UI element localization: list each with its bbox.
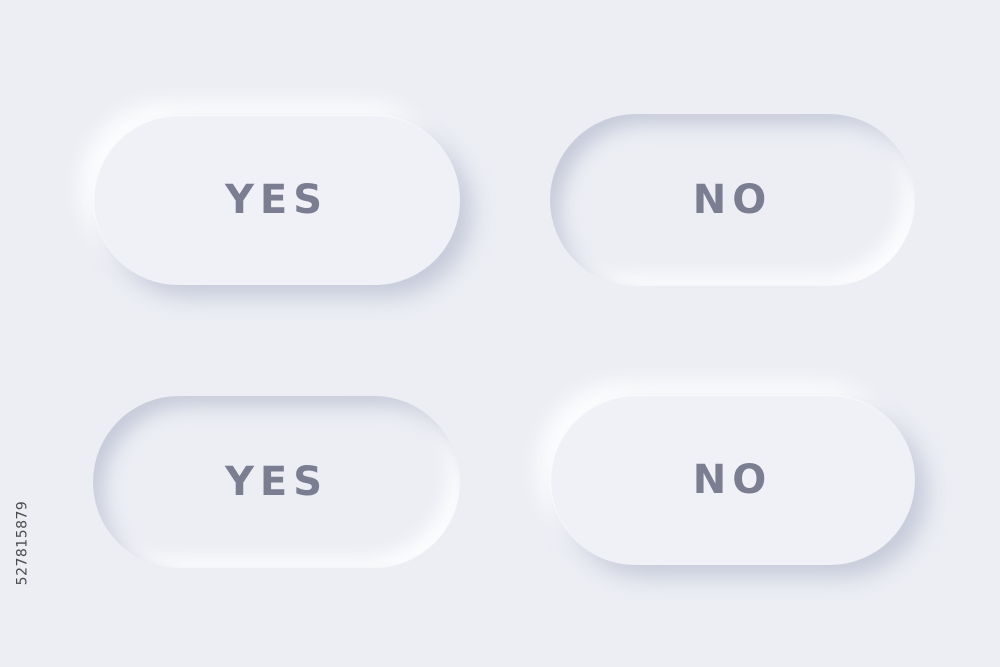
- no-button-pressed[interactable]: NO: [550, 114, 915, 286]
- yes-button-raised[interactable]: YES: [93, 115, 460, 285]
- yes-button-label: YES: [224, 177, 329, 223]
- yes-button-pressed[interactable]: YES: [93, 396, 460, 568]
- yes-button-label: YES: [224, 459, 329, 505]
- no-button-label: NO: [692, 177, 773, 223]
- stock-id-label: 527815879: [8, 432, 36, 654]
- no-button-label: NO: [692, 457, 773, 503]
- stock-id-text: 527815879: [14, 500, 31, 586]
- no-button-raised[interactable]: NO: [550, 395, 915, 565]
- canvas: YES NO YES NO 527815879: [0, 0, 1000, 667]
